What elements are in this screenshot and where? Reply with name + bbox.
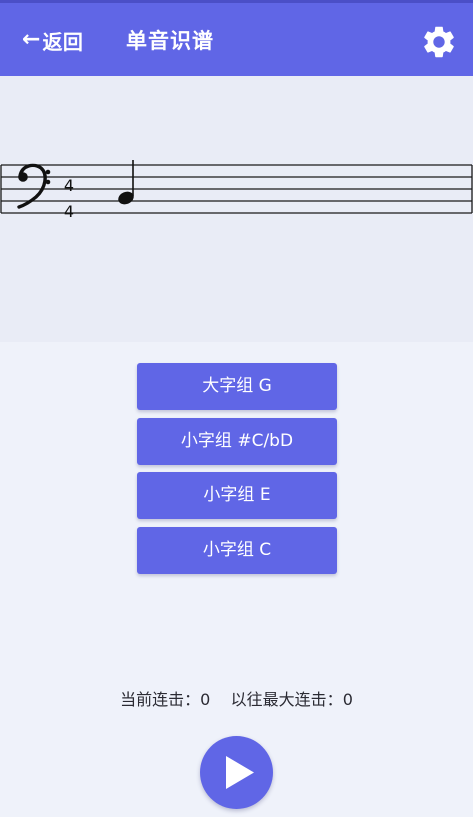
answer-button-2[interactable]: 小字组 #C/bD bbox=[137, 417, 337, 465]
current-streak-value: 0 bbox=[200, 690, 211, 709]
app-bar: ← 返回 单音识谱 bbox=[0, 3, 473, 76]
answer-button-3[interactable]: 小字组 E bbox=[137, 472, 337, 519]
answer-button-1[interactable]: 大字组 G bbox=[137, 363, 337, 410]
quarter-note-icon bbox=[118, 160, 134, 205]
settings-button[interactable] bbox=[420, 23, 458, 61]
time-signature-top: 4 bbox=[64, 176, 74, 195]
current-streak-label: 当前连击： bbox=[120, 690, 201, 709]
back-label: 返回 bbox=[42, 29, 84, 54]
play-icon bbox=[226, 756, 254, 789]
music-staff: 4 4 bbox=[0, 160, 473, 221]
answer-button-4[interactable]: 小字组 C bbox=[137, 526, 337, 574]
max-streak-label: 以往最大连击： bbox=[230, 690, 343, 709]
back-button[interactable]: ← 返回 bbox=[22, 23, 83, 57]
page-title: 单音识谱 bbox=[126, 29, 214, 53]
time-signature: 4 4 bbox=[64, 176, 74, 221]
answer-options: 大字组 G 小字组 #C/bD 小字组 E 小字组 C bbox=[137, 363, 337, 581]
gear-icon bbox=[424, 26, 454, 58]
max-streak-value: 0 bbox=[342, 690, 353, 709]
back-arrow-icon: ← bbox=[22, 27, 41, 52]
staff-area: 4 4 bbox=[0, 76, 473, 342]
time-signature-bottom: 4 bbox=[64, 202, 74, 221]
stats-spacer bbox=[210, 690, 230, 709]
streak-stats: 当前连击：0 以往最大连击：0 bbox=[0, 686, 473, 710]
play-button[interactable] bbox=[200, 736, 273, 809]
